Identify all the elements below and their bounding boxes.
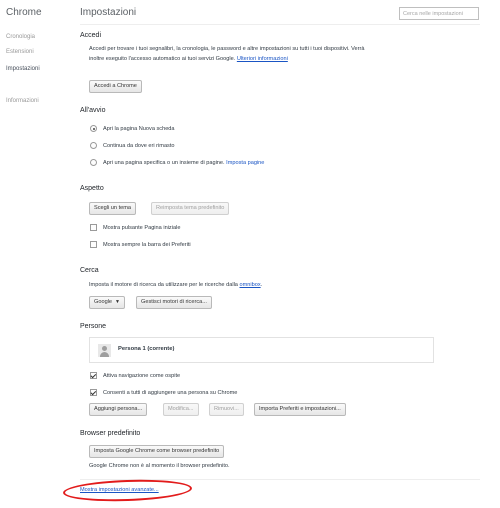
page-title: Impostazioni	[80, 7, 137, 18]
startup-option-label-specific: Apri una pagina specifica o un insieme d…	[103, 158, 264, 168]
profile-name: Persona 1 (corrente)	[118, 346, 175, 352]
avatar	[98, 344, 111, 357]
startup-option-label: Continua da dove eri rimasto	[103, 143, 175, 149]
edit-person-button[interactable]: Modifica...	[163, 403, 199, 416]
omnibox-link[interactable]: omnibox	[239, 282, 260, 288]
search-description: Imposta il motore di ricerca da utilizza…	[89, 282, 263, 288]
startup-radio-continue[interactable]	[90, 142, 97, 149]
person-icon-body	[100, 352, 109, 357]
person-icon-head	[102, 346, 107, 351]
sidebar-brand: Chrome	[6, 7, 42, 18]
signin-description-line2: inoltre eseguito l'accesso automatico ai…	[89, 56, 236, 62]
section-title-startup: All'avvio	[80, 107, 106, 114]
startup-radio-new-tab[interactable]	[90, 125, 97, 132]
startup-option-label: Apri una pagina specifica o un insieme d…	[103, 160, 225, 166]
bookmarks-bar-label: Mostra sempre la barra dei Preferiti	[103, 242, 191, 248]
default-browser-status: Google Chrome non è al momento il browse…	[89, 463, 230, 469]
remove-person-button[interactable]: Rimuovi...	[209, 403, 244, 416]
set-default-browser-button[interactable]: Imposta Google Chrome come browser prede…	[89, 445, 225, 458]
learn-more-link[interactable]: Ulteriori informazioni	[237, 56, 288, 62]
home-button-checkbox[interactable]	[90, 224, 97, 231]
sidebar-item-extensions[interactable]: Estensioni	[6, 49, 34, 55]
import-bookmarks-button[interactable]: Importa Preferiti e impostazioni...	[254, 403, 346, 416]
sidebar-item-about[interactable]: Informazioni	[6, 98, 39, 104]
sidebar-item-settings[interactable]: Impostazioni	[6, 66, 40, 72]
header-divider	[80, 24, 480, 25]
reset-theme-button[interactable]: Reimposta tema predefinito	[151, 202, 230, 215]
sidebar: Chrome Cronologia Estensioni Impostazion…	[0, 0, 74, 508]
manage-search-engines-button[interactable]: Gestisci motori di ricerca...	[136, 296, 212, 309]
search-engine-select[interactable]: Google ▼	[89, 296, 125, 309]
add-person-label: Consenti a tutti di aggiungere una perso…	[103, 390, 238, 396]
section-title-default-browser: Browser predefinito	[80, 430, 141, 437]
add-person-checkbox[interactable]	[90, 389, 97, 396]
section-title-signin: Accedi	[80, 32, 102, 39]
search-description-text: Imposta il motore di ricerca da utilizza…	[89, 282, 238, 288]
search-engine-selected: Google	[94, 299, 113, 305]
bookmarks-bar-checkbox[interactable]	[90, 241, 97, 248]
section-title-appearance: Aspetto	[80, 185, 104, 192]
home-button-label: Mostra pulsante Pagina iniziale	[103, 225, 181, 231]
signin-description: Accedi per trovare i tuoi segnalibri, la…	[89, 44, 364, 64]
sidebar-item-history[interactable]: Cronologia	[6, 34, 35, 40]
section-title-search: Cerca	[80, 267, 99, 274]
set-pages-link[interactable]: Imposta pagine	[226, 160, 264, 166]
dropdown-arrow-icon: ▼	[115, 299, 120, 305]
startup-radio-specific-pages[interactable]	[90, 159, 97, 166]
search-input[interactable]	[399, 7, 479, 20]
profile-list[interactable]: Persona 1 (corrente)	[89, 337, 434, 363]
annotation-ellipse	[62, 477, 193, 504]
guest-browsing-label: Attiva navigazione come ospite	[103, 373, 181, 379]
startup-option-label: Apri la pagina Nuova scheda	[103, 126, 175, 132]
add-person-button[interactable]: Aggiungi persona...	[89, 403, 148, 416]
choose-theme-button[interactable]: Scegli un tema	[89, 202, 137, 215]
section-title-people: Persone	[80, 323, 107, 330]
signin-description-line1: Accedi per trovare i tuoi segnalibri, la…	[89, 46, 365, 52]
signin-button[interactable]: Accedi a Chrome	[89, 80, 142, 93]
guest-browsing-checkbox[interactable]	[90, 372, 97, 379]
